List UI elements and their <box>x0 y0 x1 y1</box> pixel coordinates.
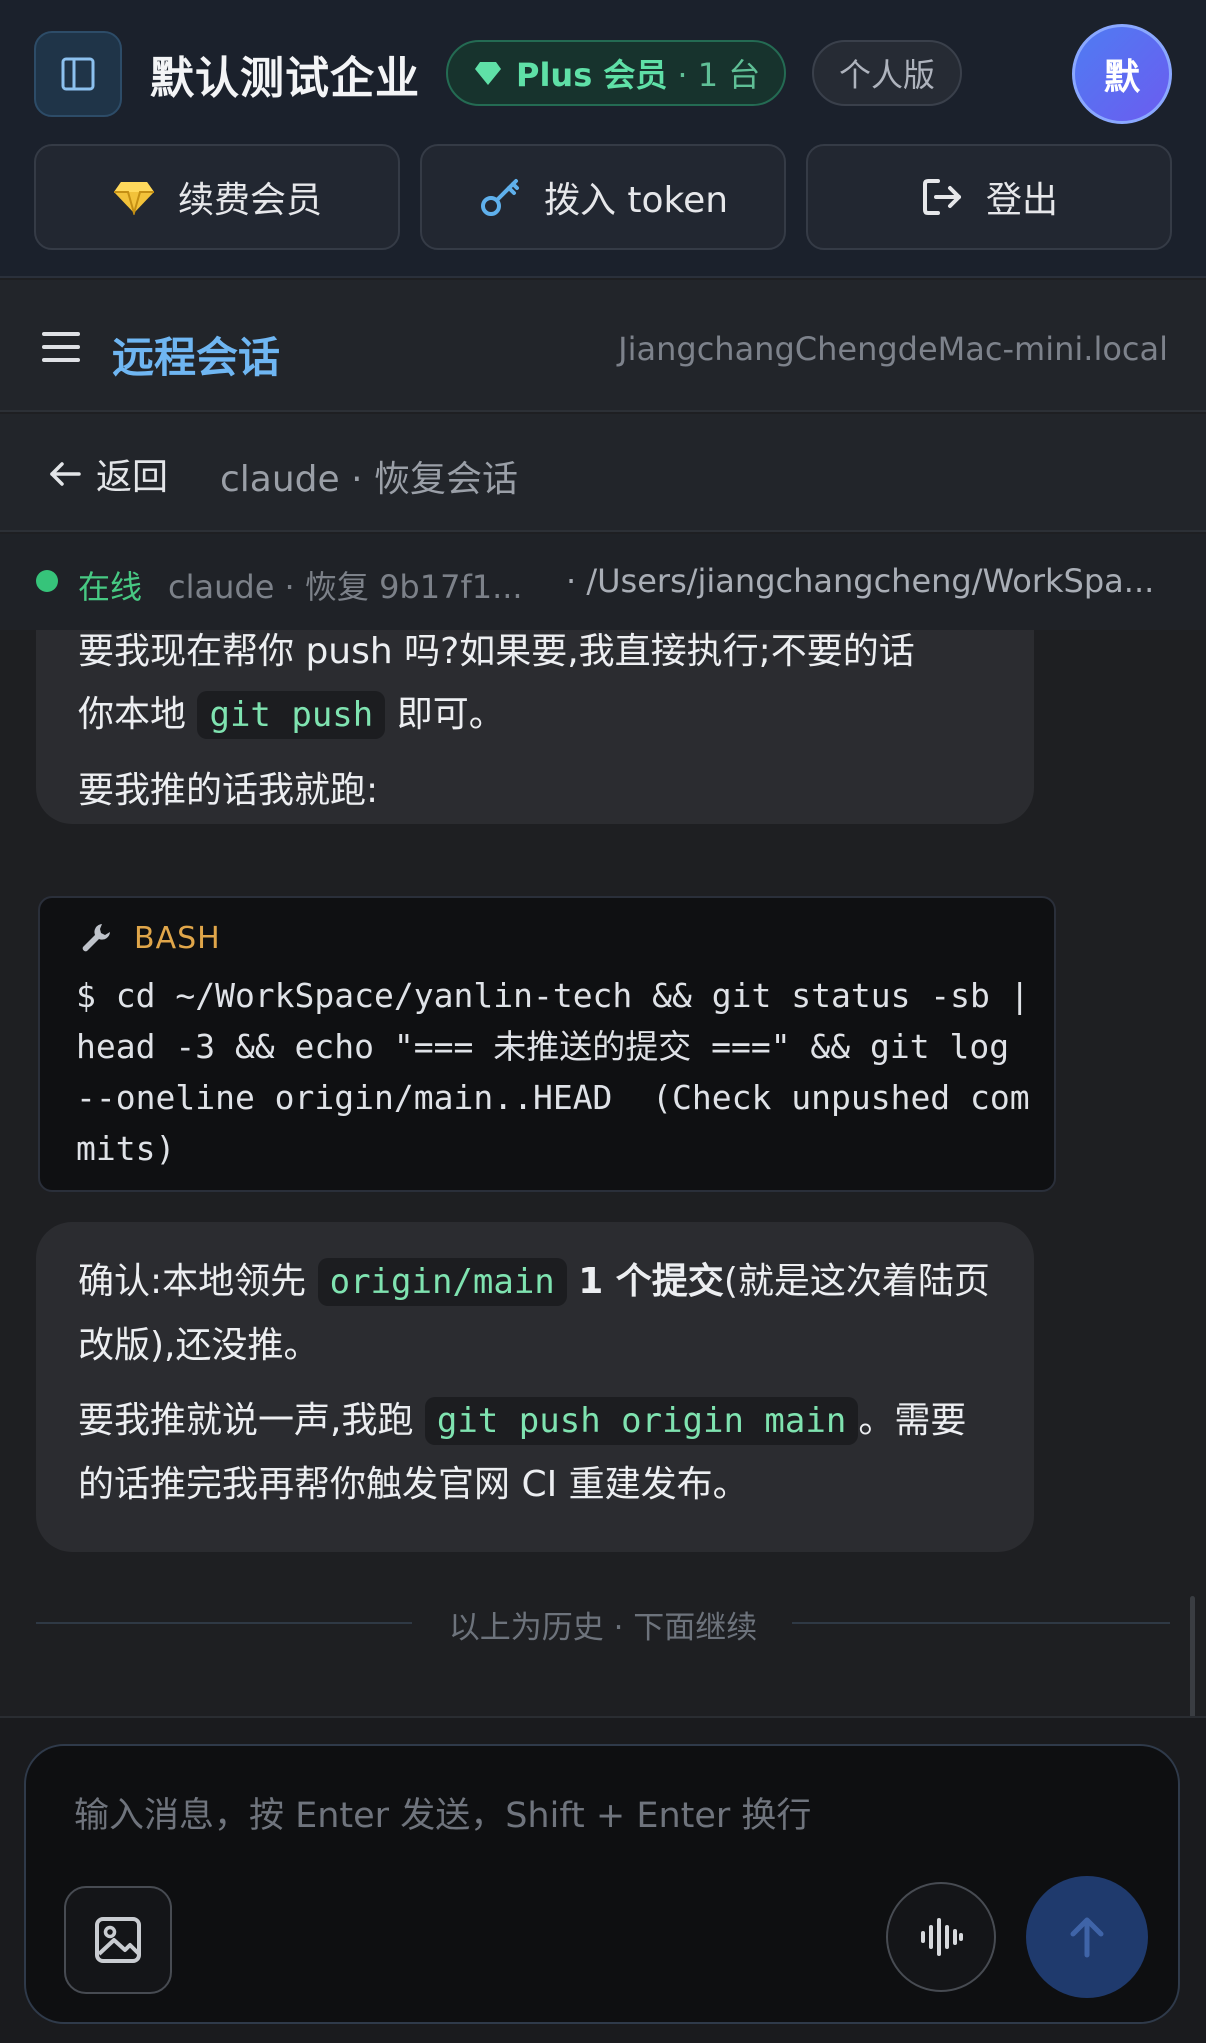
message-bold-text: 1 个提交 <box>578 1261 724 1302</box>
history-divider-label: 以上为历史 · 下面继续 <box>448 1610 758 1646</box>
bash-command: $ cd ~/WorkSpace/yanlin-tech && git stat… <box>76 976 1050 1168</box>
sidebar-toggle-button[interactable] <box>34 31 122 117</box>
renew-membership-button[interactable]: 续费会员 <box>34 144 400 250</box>
inline-code: origin/main <box>317 1258 567 1306</box>
inline-code: git push <box>197 691 386 739</box>
image-icon <box>92 1914 144 1966</box>
message-composer <box>24 1744 1180 2024</box>
plan-devices: · 1 台 <box>677 56 761 94</box>
message-input[interactable] <box>74 1786 1134 1846</box>
host-name: JiangchangChengdeMac-mini.local <box>618 330 1168 368</box>
avatar[interactable]: 默 <box>1072 24 1172 124</box>
back-label: 返回 <box>96 457 169 498</box>
hamburger-menu-icon[interactable] <box>42 332 80 366</box>
org-title: 默认测试企业 <box>150 53 420 104</box>
logout-icon <box>920 175 964 219</box>
waveform-icon <box>918 1914 964 1960</box>
tool-call-bash[interactable]: BASH $ cd ~/WorkSpace/yanlin-tech && git… <box>38 896 1056 1192</box>
diamond-icon <box>112 179 156 215</box>
send-button[interactable] <box>1026 1876 1148 1998</box>
message-text: 要我推就说一声,我跑 <box>78 1400 414 1441</box>
page-title: 远程会话 <box>112 333 281 382</box>
session-title: claude · 恢复会话 <box>220 459 519 500</box>
plan-name: Plus 会员 <box>516 56 668 94</box>
sidebar-toggle-icon <box>58 54 98 94</box>
logout-label: 登出 <box>985 180 1058 221</box>
message-text: 你本地 <box>78 694 187 735</box>
session-status-bar: 在线 claude · 恢复 9b17f1... · /Users/jiangc… <box>0 534 1206 630</box>
edition-badge: 个人版 <box>812 40 962 106</box>
nav-bar: 远程会话 JiangchangChengdeMac-mini.local <box>0 280 1206 412</box>
assistant-message: 要我现在帮你 push 吗?如果要,我直接执行;不要的话 你本地 git pus… <box>36 630 1034 824</box>
message-text: 确认:本地领先 <box>78 1261 307 1302</box>
renew-membership-label: 续费会员 <box>177 180 322 221</box>
app-header: 默认测试企业 Plus 会员 · 1 台 个人版 默 续费会员 拨入 token… <box>0 0 1206 278</box>
attach-image-button[interactable] <box>64 1886 172 1994</box>
online-indicator <box>36 570 58 592</box>
plan-badge: Plus 会员 · 1 台 <box>446 40 786 106</box>
chat-history[interactable]: 要我现在帮你 push 吗?如果要,我直接执行;不要的话 你本地 git pus… <box>0 630 1206 1716</box>
voice-input-button[interactable] <box>886 1882 996 1992</box>
arrow-left-icon <box>48 459 96 489</box>
wrench-icon <box>78 920 114 956</box>
message-text: 要我现在帮你 push 吗?如果要,我直接执行;不要的话 <box>78 631 915 672</box>
tool-label: BASH <box>78 920 221 956</box>
online-status: 在线 <box>78 568 143 606</box>
working-directory: · /Users/jiangchangcheng/WorkSpa... <box>566 562 1155 600</box>
dial-in-token-label: 拨入 token <box>543 180 729 221</box>
inline-code: git push origin main <box>424 1397 859 1445</box>
key-icon <box>478 175 522 219</box>
dial-in-token-button[interactable]: 拨入 token <box>420 144 786 250</box>
logout-button[interactable]: 登出 <box>806 144 1172 250</box>
session-id: claude · 恢复 9b17f1... <box>168 568 523 606</box>
tool-name: BASH <box>134 920 221 956</box>
message-text: 要我推的话我就跑: <box>78 770 379 811</box>
diamond-icon <box>474 60 502 86</box>
composer-area <box>0 1716 1206 2043</box>
assistant-message: 确认:本地领先 origin/main 1 个提交(就是这次着陆页改版),还没推… <box>36 1222 1034 1552</box>
breadcrumb: 返回 claude · 恢复会话 <box>0 414 1206 532</box>
history-divider: 以上为历史 · 下面继续 <box>36 1598 1170 1648</box>
arrow-up-icon <box>1063 1913 1111 1961</box>
back-button[interactable]: 返回 <box>48 448 168 500</box>
scrollbar-thumb[interactable] <box>1190 1596 1195 1716</box>
message-text: 即可。 <box>396 694 505 735</box>
